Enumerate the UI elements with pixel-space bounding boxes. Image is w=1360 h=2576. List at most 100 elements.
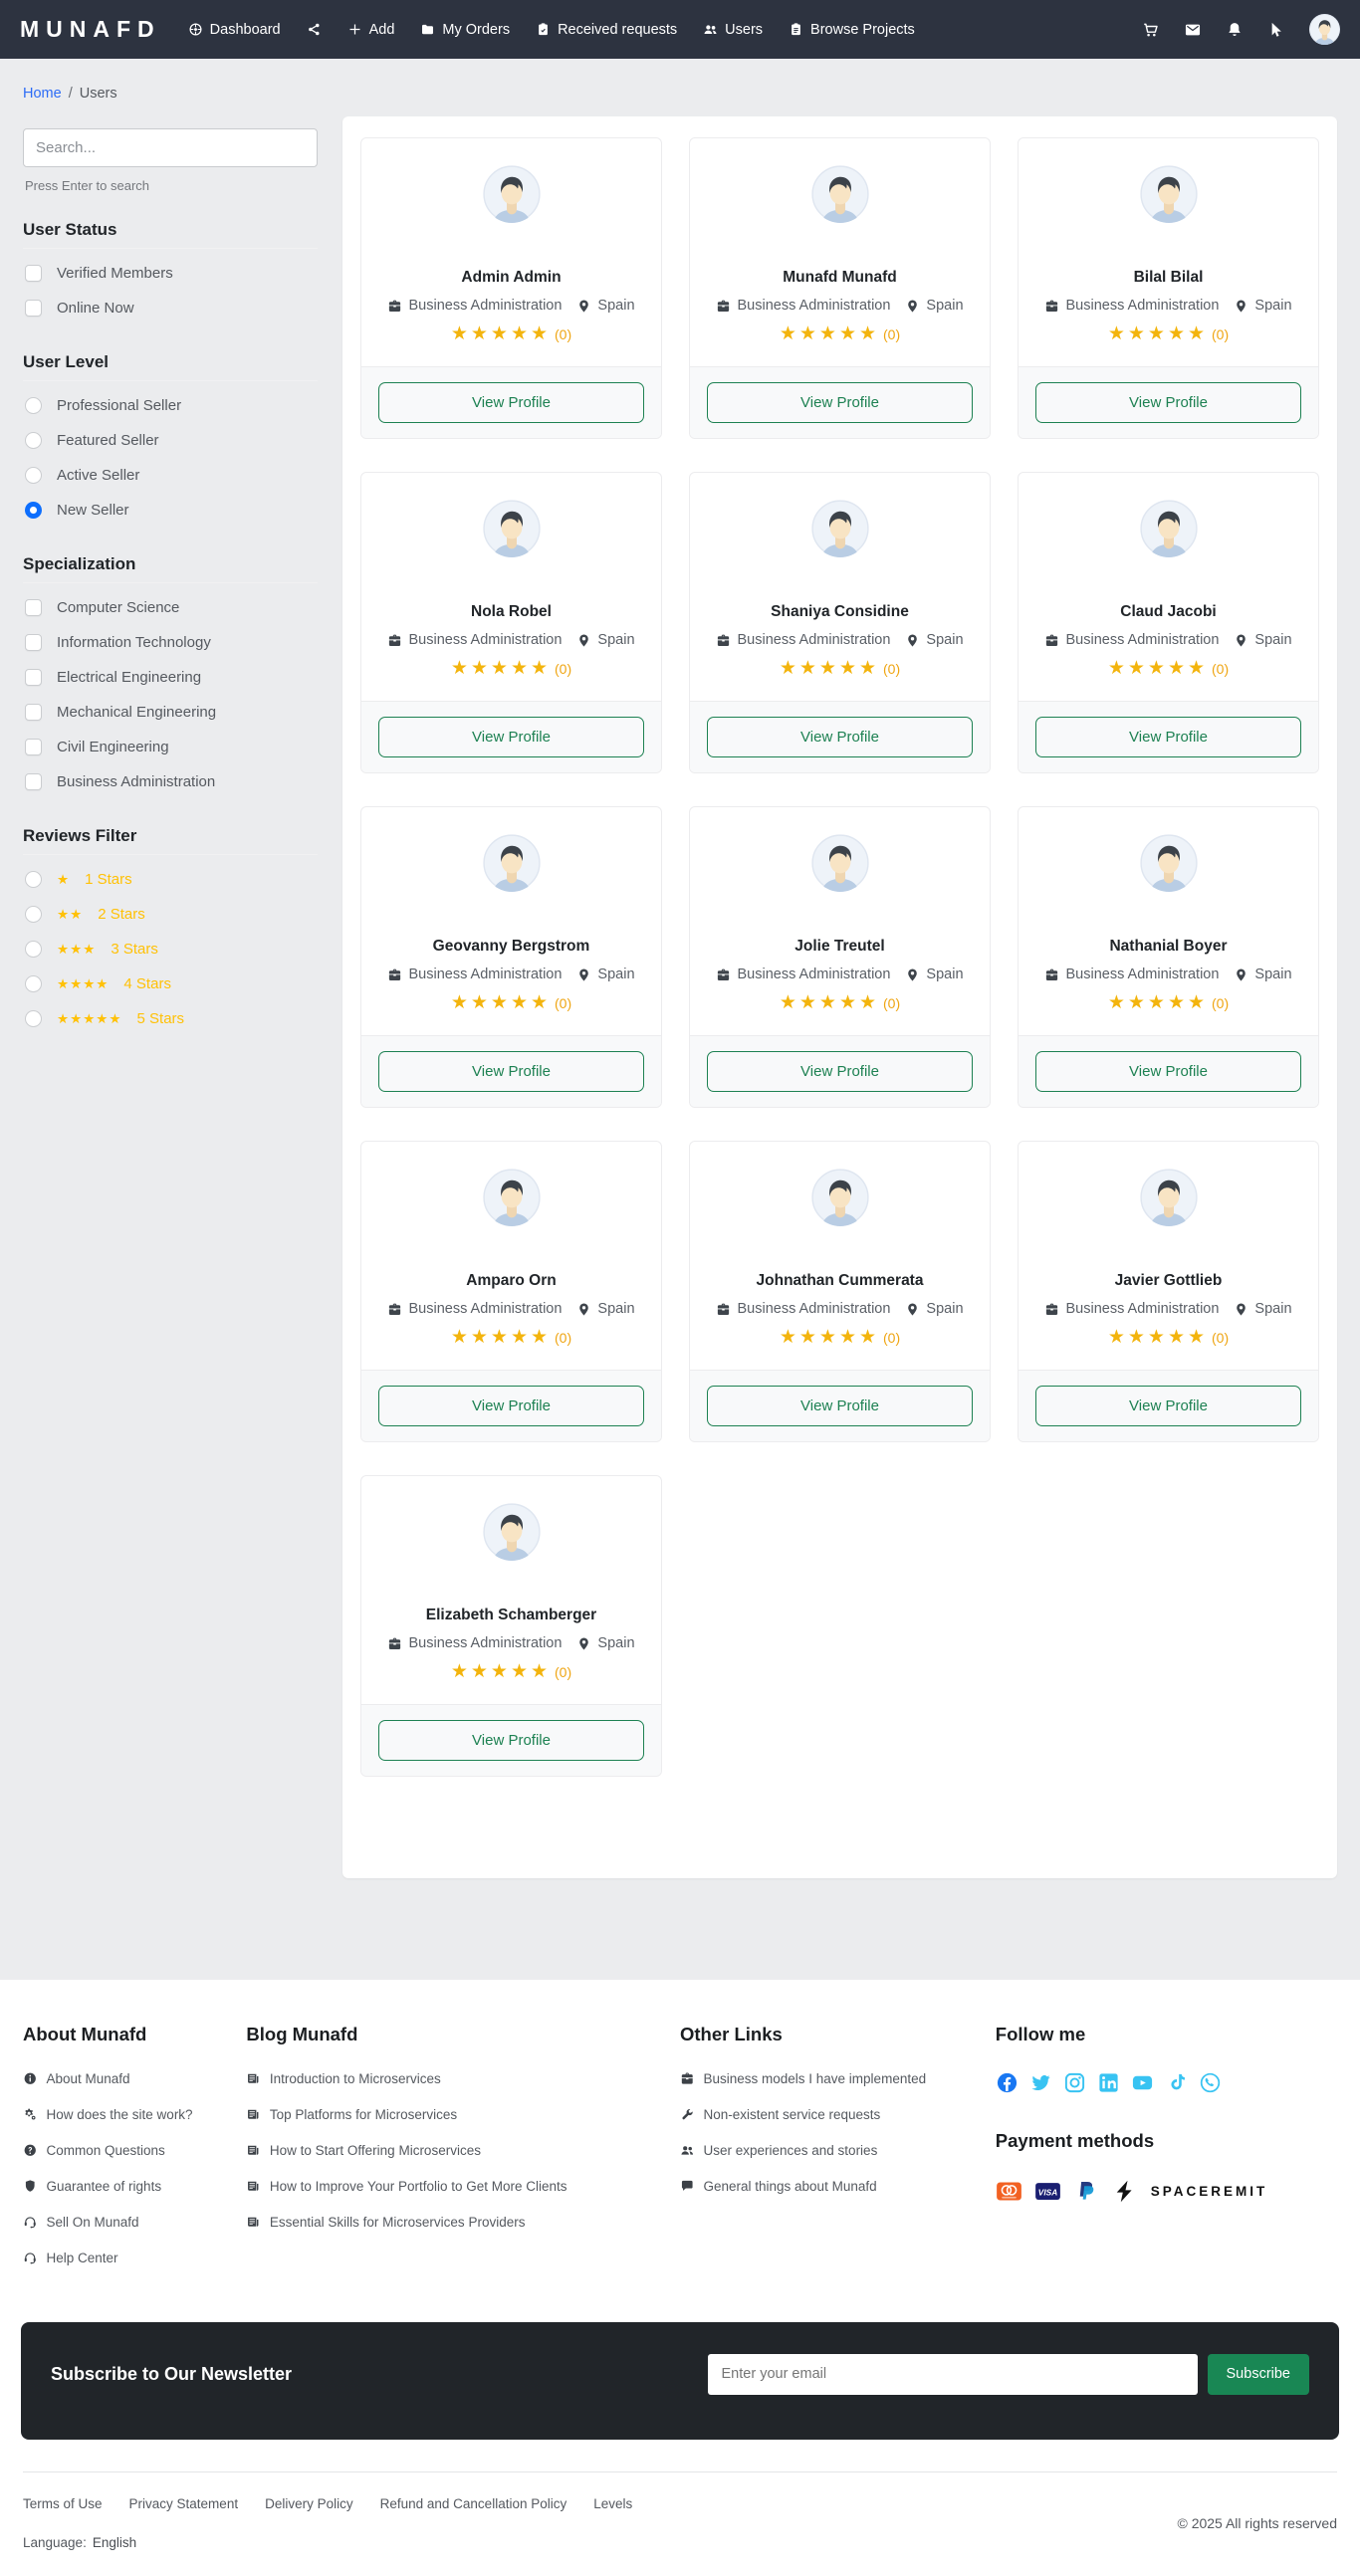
legal-link-terms-of-use[interactable]: Terms of Use xyxy=(23,2496,103,2511)
footer-link-general-things-about-munafd[interactable]: General things about Munafd xyxy=(680,2179,976,2194)
user-specialization: Business Administration xyxy=(1065,298,1220,314)
pointer-button[interactable] xyxy=(1267,21,1285,39)
legal-footer: Terms of Use Privacy Statement Delivery Po… xyxy=(0,2471,1360,2576)
breadcrumb-current: Users xyxy=(79,86,117,102)
view-profile-button[interactable]: View Profile xyxy=(378,1386,644,1426)
briefcase-icon xyxy=(1044,1302,1059,1317)
footer-link-top-platforms-for-microservices[interactable]: Top Platforms for Microservices xyxy=(246,2107,660,2122)
footer-column-blog-munafd: Blog Munafd Introduction to Microservice… xyxy=(246,2024,680,2286)
user-country: Spain xyxy=(926,1301,964,1317)
rating-count: (0) xyxy=(1212,326,1230,342)
instagram-link[interactable] xyxy=(1063,2071,1086,2094)
user-cards-grid: Admin Admin Business Administration Spai… xyxy=(360,137,1319,1777)
footer-link-how-to-start-offering-microservices[interactable]: How to Start Offering Microservices xyxy=(246,2143,660,2158)
user-specialization: Business Administration xyxy=(737,298,891,314)
view-profile-button[interactable]: View Profile xyxy=(378,717,644,757)
rating-count: (0) xyxy=(883,1330,901,1346)
nav-item-my-orders[interactable]: My Orders xyxy=(407,14,523,46)
filter-option-new-seller[interactable]: New Seller xyxy=(23,493,318,528)
facebook-link[interactable] xyxy=(996,2071,1019,2094)
clipboard-icon xyxy=(536,22,551,37)
footer-link-guarantee-of-rights[interactable]: Guarantee of rights xyxy=(23,2179,226,2194)
footer-link-how-to-improve-your-portfolio-to-get-more-clients[interactable]: How to Improve Your Portfolio to Get Mor… xyxy=(246,2179,660,2194)
brand-logo[interactable]: MUNAFD xyxy=(20,16,161,43)
checkbox xyxy=(25,634,42,651)
user-specialization: Business Administration xyxy=(408,966,563,982)
legal-link-refund-and-cancellation-policy[interactable]: Refund and Cancellation Policy xyxy=(380,2496,567,2511)
newsletter-title: Subscribe to Our Newsletter xyxy=(51,2363,293,2384)
legal-link-privacy-statement[interactable]: Privacy Statement xyxy=(129,2496,239,2511)
footer-link-business-models-i-have-implemented[interactable]: Business models I have implemented xyxy=(680,2071,976,2086)
youtube-icon xyxy=(1131,2071,1154,2094)
footer-link-essential-skills-for-microservices-providers[interactable]: Essential Skills for Microservices Provi… xyxy=(246,2215,660,2230)
footer-link-help-center[interactable]: Help Center xyxy=(23,2251,226,2265)
user-menu-avatar[interactable] xyxy=(1309,14,1340,45)
view-profile-button[interactable]: View Profile xyxy=(707,1051,973,1092)
user-name: Amparo Orn xyxy=(466,1272,557,1289)
footer-link-introduction-to-microservices[interactable]: Introduction to Microservices xyxy=(246,2071,660,2086)
footer-link-about-munafd[interactable]: About Munafd xyxy=(23,2071,226,2086)
filter-option-3-stars[interactable]: ★★★ 3 Stars xyxy=(23,932,318,966)
view-profile-button[interactable]: View Profile xyxy=(707,717,973,757)
footer-link-sell-on-munafd[interactable]: Sell On Munafd xyxy=(23,2215,226,2230)
cart-button[interactable] xyxy=(1142,21,1160,39)
share-nodes-icon xyxy=(307,22,322,37)
footer-link-user-experiences-and-stories[interactable]: User experiences and stories xyxy=(680,2143,976,2158)
filter-option-5-stars[interactable]: ★★★★★ 5 Stars xyxy=(23,1001,318,1036)
view-profile-button[interactable]: View Profile xyxy=(1035,1051,1301,1092)
nav-item-add[interactable]: Add xyxy=(335,14,408,46)
filter-option-computer-science[interactable]: Computer Science xyxy=(23,590,318,625)
view-profile-button[interactable]: View Profile xyxy=(707,1386,973,1426)
view-profile-button[interactable]: View Profile xyxy=(707,382,973,423)
language-select[interactable]: English xyxy=(93,2535,136,2550)
nav-item-received-requests[interactable]: Received requests xyxy=(523,14,690,46)
filter-option-1-stars[interactable]: ★ 1 Stars xyxy=(23,862,318,897)
view-profile-button[interactable]: View Profile xyxy=(1035,382,1301,423)
legal-link-delivery-policy[interactable]: Delivery Policy xyxy=(265,2496,353,2511)
view-profile-button[interactable]: View Profile xyxy=(1035,1386,1301,1426)
user-rating: ★★★★★ (0) xyxy=(377,991,645,1014)
filter-option-online-now[interactable]: Online Now xyxy=(23,291,318,325)
view-profile-button[interactable]: View Profile xyxy=(1035,717,1301,757)
filter-option-mechanical-engineering[interactable]: Mechanical Engineering xyxy=(23,695,318,730)
svg-text:VISA: VISA xyxy=(1038,2187,1057,2197)
filter-option-2-stars[interactable]: ★★ 2 Stars xyxy=(23,897,318,932)
tiktok-link[interactable] xyxy=(1165,2071,1188,2094)
linkedin-link[interactable] xyxy=(1097,2071,1120,2094)
filter-option-civil-engineering[interactable]: Civil Engineering xyxy=(23,730,318,764)
nav-item-users[interactable]: Users xyxy=(690,14,776,46)
footer-link-non-existent-service-requests[interactable]: Non-existent service requests xyxy=(680,2107,976,2122)
view-profile-button[interactable]: View Profile xyxy=(378,382,644,423)
user-name: Jolie Treutel xyxy=(794,938,885,955)
envelope-button[interactable] xyxy=(1184,21,1202,39)
filter-option-information-technology[interactable]: Information Technology xyxy=(23,625,318,660)
nav-item-browse-projects[interactable]: Browse Projects xyxy=(776,14,928,46)
filter-option-business-administration[interactable]: Business Administration xyxy=(23,764,318,799)
star-icons: ★★★★★ xyxy=(779,323,880,344)
filter-option-professional-seller[interactable]: Professional Seller xyxy=(23,388,318,423)
nav-item-dashboard[interactable]: Dashboard xyxy=(175,14,294,46)
nav-item-share[interactable] xyxy=(294,14,335,45)
breadcrumb-home-link[interactable]: Home xyxy=(23,86,62,102)
filter-option-active-seller[interactable]: Active Seller xyxy=(23,458,318,493)
filter-option-featured-seller[interactable]: Featured Seller xyxy=(23,423,318,458)
youtube-link[interactable] xyxy=(1131,2071,1154,2094)
legal-link-levels[interactable]: Levels xyxy=(593,2496,632,2511)
folder-icon xyxy=(420,22,435,37)
view-profile-button[interactable]: View Profile xyxy=(378,1720,644,1761)
whatsapp-link[interactable] xyxy=(1199,2071,1222,2094)
twitter-link[interactable] xyxy=(1029,2071,1052,2094)
subscribe-button[interactable]: Subscribe xyxy=(1207,2353,1309,2395)
filter-option-4-stars[interactable]: ★★★★ 4 Stars xyxy=(23,966,318,1001)
footer-link-common-questions[interactable]: Common Questions xyxy=(23,2143,226,2158)
footer-link-how-does-the-site-work[interactable]: How does the site work? xyxy=(23,2107,226,2122)
user-country: Spain xyxy=(597,1635,635,1651)
star-icons: ★★★★★ xyxy=(1107,1327,1209,1348)
filter-option-verified-members[interactable]: Verified Members xyxy=(23,256,318,291)
bell-button[interactable] xyxy=(1226,21,1244,39)
search-input[interactable] xyxy=(23,128,318,167)
star-icons: ★★★★★ xyxy=(779,992,880,1013)
filter-option-electrical-engineering[interactable]: Electrical Engineering xyxy=(23,660,318,695)
newsletter-email-input[interactable] xyxy=(707,2353,1198,2395)
view-profile-button[interactable]: View Profile xyxy=(378,1051,644,1092)
